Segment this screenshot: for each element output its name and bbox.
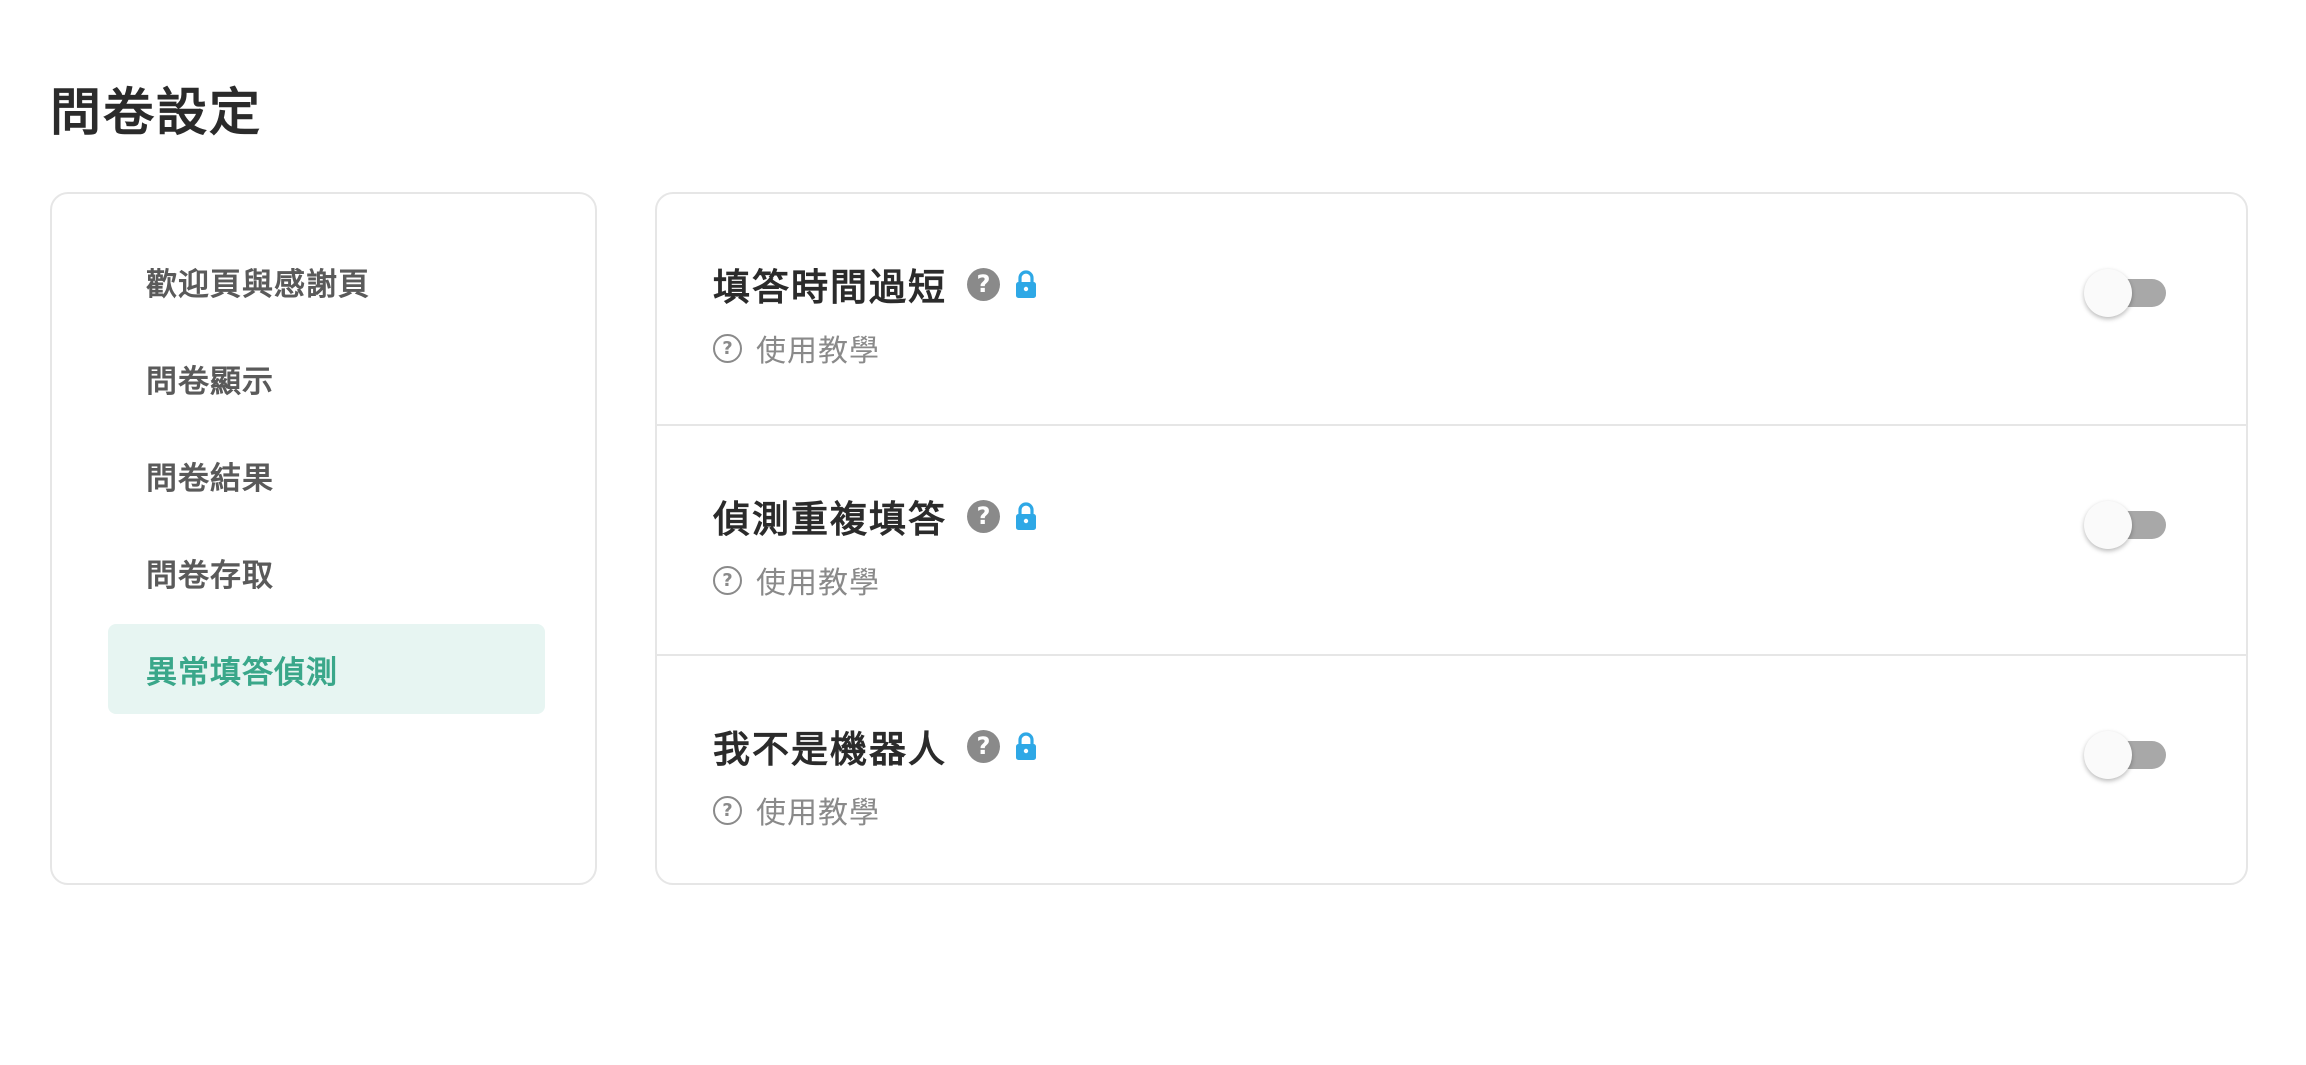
setting-row-short-duration: 填答時間過短 ? ? 使用教學 bbox=[657, 194, 2246, 424]
duplicate-detection-toggle[interactable] bbox=[2084, 497, 2166, 553]
question-circle-icon[interactable]: ? bbox=[967, 267, 1000, 301]
short-duration-toggle[interactable] bbox=[2084, 265, 2166, 321]
toggle-knob bbox=[2084, 501, 2132, 549]
tutorial-link[interactable]: ? 使用教學 bbox=[713, 788, 880, 832]
tutorial-link[interactable]: ? 使用教學 bbox=[713, 558, 880, 602]
captcha-toggle[interactable] bbox=[2084, 727, 2166, 783]
anomaly-detection-panel: 填答時間過短 ? ? 使用教學 偵測重複填答 ? ? 使用教學 我不是機器人 ?… bbox=[655, 192, 2248, 885]
page-title: 問卷設定 bbox=[50, 84, 263, 143]
setting-row-duplicate-detection: 偵測重複填答 ? ? 使用教學 bbox=[657, 424, 2246, 654]
setting-title: 我不是機器人 bbox=[713, 728, 947, 771]
setting-title-group: 偵測重複填答 ? bbox=[713, 486, 1040, 546]
lock-icon bbox=[1012, 267, 1040, 301]
lock-icon bbox=[1012, 729, 1040, 763]
lock-icon bbox=[1012, 499, 1040, 533]
setting-title-group: 填答時間過短 ? bbox=[713, 254, 1040, 314]
question-outline-icon: ? bbox=[713, 565, 742, 595]
setting-title: 偵測重複填答 bbox=[713, 498, 947, 541]
setting-title-group: 我不是機器人 ? bbox=[713, 716, 1040, 776]
setting-row-captcha: 我不是機器人 ? ? 使用教學 bbox=[657, 654, 2246, 883]
question-outline-icon: ? bbox=[713, 333, 742, 363]
settings-sidebar: 歡迎頁與感謝頁 問卷顯示 問卷結果 問卷存取 異常填答偵測 bbox=[50, 192, 597, 885]
sidebar-item-results[interactable]: 問卷結果 bbox=[108, 430, 545, 520]
sidebar-item-access[interactable]: 問卷存取 bbox=[108, 527, 545, 617]
sidebar-item-anomaly-detection[interactable]: 異常填答偵測 bbox=[108, 624, 545, 714]
tutorial-label: 使用教學 bbox=[756, 334, 880, 369]
setting-title: 填答時間過短 bbox=[713, 266, 947, 309]
toggle-knob bbox=[2084, 731, 2132, 779]
sidebar-item-welcome-thanks[interactable]: 歡迎頁與感謝頁 bbox=[108, 236, 545, 326]
question-circle-icon[interactable]: ? bbox=[967, 499, 1000, 533]
tutorial-label: 使用教學 bbox=[756, 566, 880, 601]
sidebar-item-display[interactable]: 問卷顯示 bbox=[108, 333, 545, 423]
toggle-knob bbox=[2084, 269, 2132, 317]
question-outline-icon: ? bbox=[713, 795, 742, 825]
tutorial-link[interactable]: ? 使用教學 bbox=[713, 326, 880, 370]
question-circle-icon[interactable]: ? bbox=[967, 729, 1000, 763]
survey-settings-page: 問卷設定 歡迎頁與感謝頁 問卷顯示 問卷結果 問卷存取 異常填答偵測 填答時間過… bbox=[0, 0, 2306, 1065]
tutorial-label: 使用教學 bbox=[756, 796, 880, 831]
